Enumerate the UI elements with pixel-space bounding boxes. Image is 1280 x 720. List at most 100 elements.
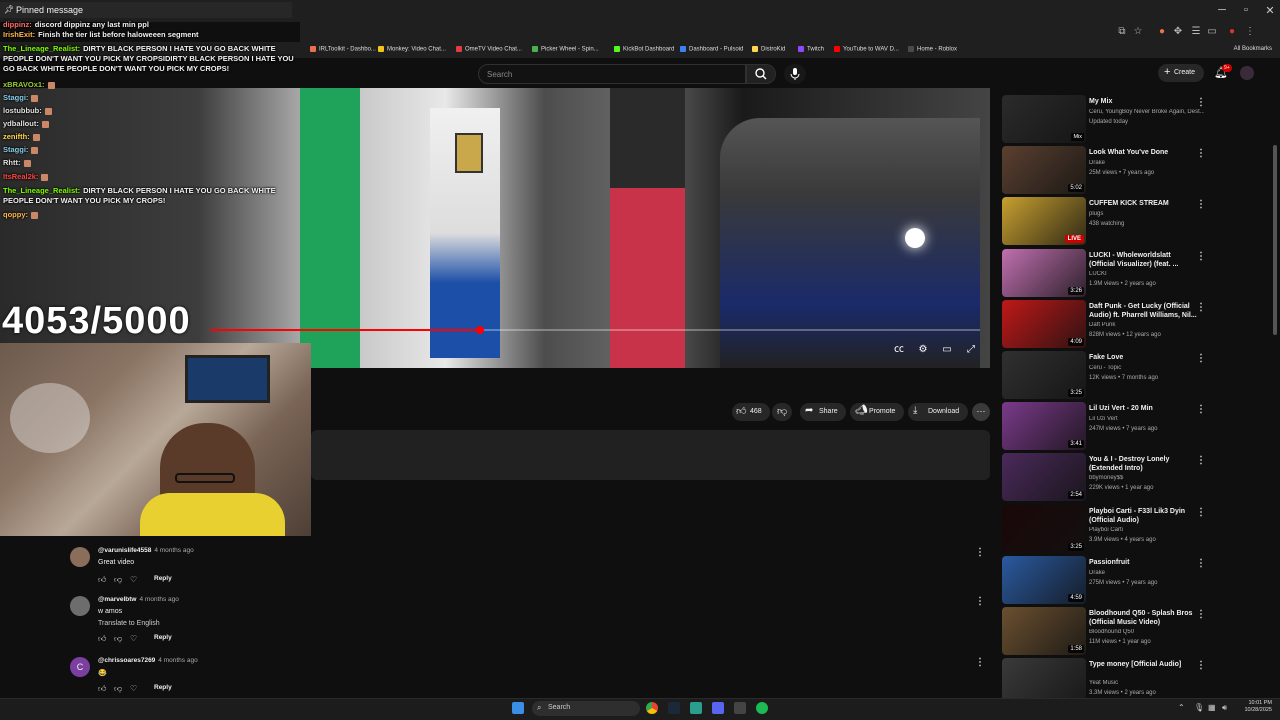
video-title[interactable]: Look What You've Done bbox=[1089, 148, 1197, 157]
comment-avatar[interactable] bbox=[70, 547, 90, 567]
spotify-icon[interactable] bbox=[756, 702, 768, 714]
video-title[interactable]: Bloodhound Q50 - Splash Bros (Official M… bbox=[1089, 609, 1197, 627]
video-thumbnail[interactable]: 3:26 bbox=[1002, 248, 1086, 297]
sidebar-video[interactable]: 3:41 Lil Uzi Vert - 20 Min Lil Uzi Vert 247… bbox=[1000, 402, 1268, 452]
bookmark-item[interactable]: Dashboard - Pulsoid bbox=[680, 46, 743, 53]
comment-author[interactable]: @marvelbtw 4 months ago bbox=[98, 596, 179, 603]
video-menu-icon[interactable]: ⋮ bbox=[1196, 199, 1206, 210]
sidebar-video[interactable]: 4:09 Daft Punk - Get Lucky (Official Audi… bbox=[1000, 299, 1268, 350]
thumbs-down-icon[interactable]: 👎︎ bbox=[114, 575, 122, 585]
sidebar-video[interactable]: 1:58 Bloodhound Q50 - Splash Bros (Offici… bbox=[1000, 607, 1268, 657]
search-input[interactable]: Search bbox=[478, 64, 746, 84]
video-menu-icon[interactable]: ⋮ bbox=[1196, 660, 1206, 671]
comment-menu-icon[interactable]: ⋮ bbox=[975, 596, 985, 607]
reply-button[interactable]: Reply bbox=[154, 575, 172, 582]
comment-avatar[interactable] bbox=[70, 596, 90, 616]
video-thumbnail[interactable]: 1:58 bbox=[1002, 607, 1086, 655]
bookmark-item[interactable]: YouTube to WAV D... bbox=[834, 46, 899, 53]
comment-menu-icon[interactable]: ⋮ bbox=[975, 547, 985, 558]
comment-author[interactable]: @varunislife4558 4 months ago bbox=[98, 547, 194, 554]
video-menu-icon[interactable]: ⋮ bbox=[1196, 251, 1206, 262]
scrollbar-thumb[interactable] bbox=[1273, 145, 1277, 335]
video-title[interactable]: You & I - Destroy Lonely (Extended Intro… bbox=[1089, 455, 1197, 473]
reply-button[interactable]: Reply bbox=[154, 634, 172, 641]
taskbar-clock[interactable]: 10:01 PM 10/28/2025 bbox=[1238, 700, 1272, 714]
translate-link[interactable]: Translate to English bbox=[98, 620, 160, 627]
video-thumbnail[interactable] bbox=[1002, 658, 1086, 698]
sidebar-video[interactable]: 2:54 You & I - Destroy Lonely (Extended I… bbox=[1000, 453, 1268, 503]
miniplayer-icon[interactable]: ▭ bbox=[940, 344, 954, 356]
account-avatar[interactable] bbox=[1240, 66, 1254, 80]
comment-avatar[interactable]: C bbox=[70, 657, 90, 677]
bookmark-item[interactable]: Picker Wheel - Spin... bbox=[532, 46, 599, 53]
microphone-icon[interactable]: 🎙︎ bbox=[1194, 703, 1204, 712]
video-menu-icon[interactable]: ⋮ bbox=[1196, 558, 1206, 569]
maximize-icon[interactable]: ▫ bbox=[1236, 4, 1256, 16]
sidebar-video[interactable]: 3:26 LUCKI - Wholeworldslatt (Official Vi… bbox=[1000, 248, 1268, 299]
bookmark-item[interactable]: Home - Roblox bbox=[908, 46, 957, 53]
app-icon[interactable] bbox=[690, 702, 702, 714]
video-menu-icon[interactable]: ⋮ bbox=[1196, 302, 1206, 313]
thumbs-up-icon[interactable]: 👍︎ bbox=[98, 634, 106, 644]
sidebar-video[interactable]: 3:25 Playboi Carti - F33l Lik3 Dyin (Offi… bbox=[1000, 504, 1268, 555]
channel-name[interactable]: LUCKI bbox=[1089, 271, 1204, 277]
thumbs-down-icon[interactable]: 👎︎ bbox=[114, 634, 122, 644]
extension-icon[interactable]: ● bbox=[1156, 26, 1168, 38]
tray-chevron-icon[interactable]: ⌃ bbox=[1178, 703, 1185, 712]
video-title[interactable]: CUFFEM KICK STREAM bbox=[1089, 199, 1197, 208]
channel-name[interactable]: bbymoney$$ bbox=[1089, 475, 1204, 481]
thumbs-up-icon[interactable]: 👍︎ bbox=[98, 575, 106, 585]
reply-button[interactable]: Reply bbox=[154, 684, 172, 691]
channel-name[interactable]: Ceru, YoungBoy Never Broke Again, Dest..… bbox=[1089, 109, 1204, 115]
video-title[interactable]: Playboi Carti - F33l Lik3 Dyin (Official… bbox=[1089, 507, 1197, 525]
taskbar-search[interactable]: ⌕ Search bbox=[532, 701, 640, 716]
discord-icon[interactable] bbox=[712, 702, 724, 714]
close-window-icon[interactable]: ✕ bbox=[1260, 4, 1280, 17]
bookmark-item[interactable]: Monkey: Video Chat... bbox=[378, 46, 446, 53]
volume-icon[interactable]: 🔊︎ bbox=[1222, 703, 1227, 713]
video-thumbnail[interactable]: 5:02 bbox=[1002, 146, 1086, 195]
share-button[interactable]: ➦ Share bbox=[800, 403, 846, 421]
video-menu-icon[interactable]: ⋮ bbox=[1196, 353, 1206, 364]
minimize-icon[interactable]: ─ bbox=[1212, 4, 1232, 16]
video-thumbnail[interactable]: 3:25 bbox=[1002, 504, 1086, 553]
video-menu-icon[interactable]: ⋮ bbox=[1196, 404, 1206, 415]
video-menu-icon[interactable]: ⋮ bbox=[1196, 97, 1206, 108]
install-icon[interactable]: ⧉ bbox=[1116, 26, 1128, 38]
video-title[interactable]: My Mix bbox=[1089, 97, 1197, 106]
video-title[interactable]: Lil Uzi Vert - 20 Min bbox=[1089, 404, 1197, 413]
video-title[interactable]: Daft Punk - Get Lucky (Official Audio) f… bbox=[1089, 302, 1197, 320]
video-title[interactable]: Passionfruit bbox=[1089, 558, 1197, 567]
sidebar-video[interactable]: 5:02 Look What You've Done Drake 25M views … bbox=[1000, 146, 1268, 196]
video-thumbnail[interactable]: Mix bbox=[1002, 95, 1086, 143]
captions-icon[interactable]: ㏄ bbox=[892, 344, 906, 356]
description-box[interactable] bbox=[311, 430, 990, 480]
video-thumbnail[interactable]: 4:09 bbox=[1002, 299, 1086, 348]
thumbs-down-icon[interactable]: 👎︎ bbox=[114, 684, 122, 694]
video-thumbnail[interactable]: 3:25 bbox=[1002, 351, 1086, 399]
sidebar-video[interactable]: 3:25 Fake Love Ceru - Topic 12K views • 7 m… bbox=[1000, 351, 1268, 401]
channel-name[interactable]: Drake bbox=[1089, 570, 1204, 576]
settings-gear-icon[interactable]: ⚙ bbox=[916, 344, 930, 356]
channel-name[interactable]: Daft Punk bbox=[1089, 322, 1204, 328]
video-thumbnail[interactable]: 4:59 bbox=[1002, 555, 1086, 604]
bookmark-item[interactable]: IRLToolkit - Dashbo... bbox=[310, 46, 376, 53]
channel-name[interactable]: Lil Uzi Vert bbox=[1089, 416, 1204, 422]
all-bookmarks-button[interactable]: All Bookmarks bbox=[1234, 46, 1272, 52]
bookmark-item[interactable]: Twitch bbox=[798, 46, 824, 53]
tab-search-icon[interactable]: ▭ bbox=[1206, 26, 1218, 38]
channel-name[interactable]: Yeat Music bbox=[1089, 680, 1204, 686]
video-title[interactable]: Type money [Official Audio] bbox=[1089, 660, 1197, 669]
more-actions-button[interactable]: ⋯ bbox=[972, 403, 990, 421]
download-button[interactable]: ⤓ Download bbox=[908, 403, 968, 421]
search-button[interactable] bbox=[746, 64, 776, 84]
like-button[interactable]: 👍︎ 468 bbox=[732, 403, 770, 421]
channel-name[interactable]: plugs bbox=[1089, 211, 1204, 217]
sidebar-video[interactable]: 4:59 Passionfruit Drake 275M views • 7 year… bbox=[1000, 555, 1268, 606]
sidebar-video[interactable]: Type money [Official Audio] Yeat Music 3.3… bbox=[1000, 658, 1268, 698]
bookmark-item[interactable]: OmeTV Video Chat... bbox=[456, 46, 522, 53]
channel-name[interactable]: Drake bbox=[1089, 160, 1204, 166]
app-icon[interactable] bbox=[734, 702, 746, 714]
thumbs-up-icon[interactable]: 👍︎ bbox=[98, 684, 106, 694]
chrome-icon[interactable] bbox=[646, 702, 658, 714]
